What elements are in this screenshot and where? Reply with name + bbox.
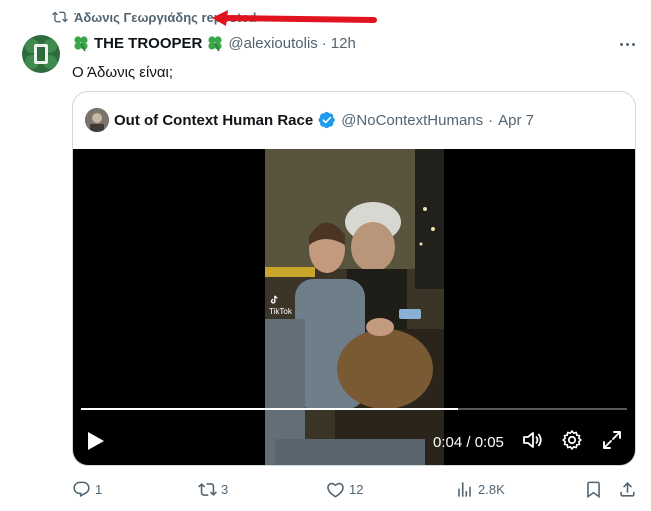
quoted-display-name[interactable]: Out of Context Human Race: [114, 112, 313, 129]
video-progress-fill: [81, 408, 458, 410]
separator-dot: ·: [321, 34, 327, 52]
bookmark-icon: [587, 481, 600, 499]
avatar[interactable]: [18, 31, 64, 77]
share-button[interactable]: [618, 480, 637, 499]
views-chart-icon: [458, 482, 471, 497]
clover-icon: [208, 36, 222, 52]
quoted-tweet[interactable]: Out of Context Human Race @NoContextHuma…: [72, 91, 636, 466]
reply-icon: [73, 481, 90, 498]
tweet-actions: 1 3 12 2.8K: [72, 480, 637, 502]
views-count: 2.8K: [478, 482, 505, 497]
user-handle[interactable]: @alexioutolis: [228, 35, 317, 52]
quoted-date[interactable]: Apr 7: [498, 112, 534, 129]
separator-dot: ·: [488, 111, 494, 129]
tweet-time[interactable]: 12h: [331, 35, 356, 52]
repost-count: 3: [221, 482, 229, 497]
settings-gear-icon[interactable]: [561, 429, 583, 451]
quoted-handle[interactable]: @NoContextHumans: [341, 112, 483, 129]
heart-icon: [327, 482, 344, 498]
tiktok-label: TikTok: [269, 307, 292, 316]
share-icon: [620, 482, 635, 497]
video-player[interactable]: TikTok 0:04 / 0:05: [73, 149, 635, 465]
repost-icon: [52, 11, 68, 23]
more-options-icon[interactable]: [617, 36, 637, 52]
like-button[interactable]: 12: [326, 480, 363, 499]
tiktok-icon: [270, 295, 278, 304]
clover-icon: [74, 36, 88, 52]
verified-badge-icon: [318, 111, 335, 129]
annotation-arrow-icon: [212, 10, 377, 26]
bookmark-button[interactable]: [584, 480, 603, 499]
quoted-avatar[interactable]: [85, 108, 109, 132]
fullscreen-icon[interactable]: [601, 429, 623, 451]
repost-button[interactable]: 3: [198, 480, 228, 499]
tweet-text: Ο Άδωνις είναι;: [72, 64, 174, 81]
video-progress-bar[interactable]: [81, 408, 627, 410]
volume-icon[interactable]: [521, 429, 543, 451]
club-crest-icon: [22, 35, 60, 73]
video-timecode: 0:04 / 0:05: [433, 434, 504, 451]
quoted-tweet-header: Out of Context Human Race @NoContextHuma…: [85, 108, 534, 132]
play-icon[interactable]: [87, 431, 105, 451]
reply-button[interactable]: 1: [72, 480, 102, 499]
tiktok-watermark: TikTok: [269, 295, 292, 316]
like-count: 12: [349, 482, 364, 497]
display-name[interactable]: THE TROOPER: [94, 35, 202, 52]
reply-count: 1: [95, 482, 103, 497]
views-button[interactable]: 2.8K: [455, 480, 505, 499]
repost-icon: [198, 483, 217, 496]
tweet-header: THE TROOPER @alexioutolis · 12h: [72, 34, 356, 52]
